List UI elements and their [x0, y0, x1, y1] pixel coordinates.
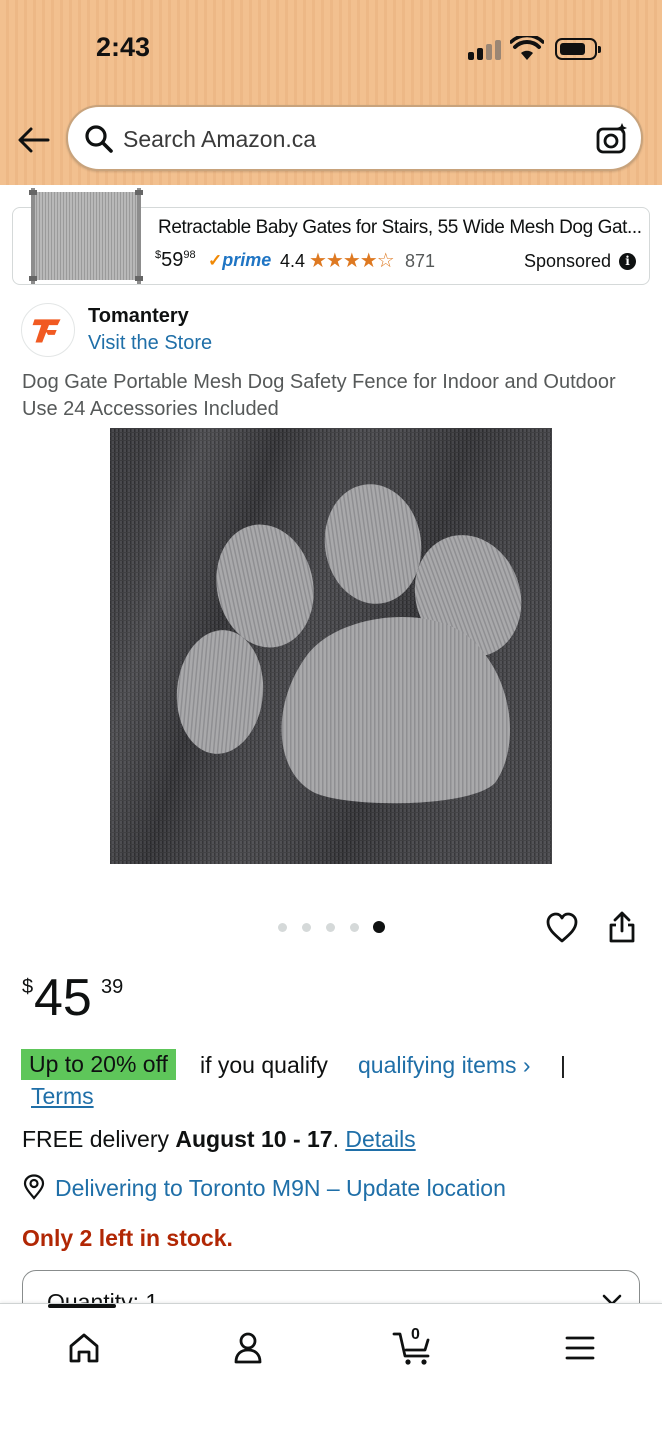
stock-status: Only 2 left in stock.: [22, 1225, 233, 1251]
discount-badge: Up to 20% off: [21, 1049, 176, 1080]
info-icon[interactable]: i: [619, 253, 636, 270]
status-time: 2:43: [96, 32, 151, 62]
search-icon[interactable]: [84, 124, 114, 154]
top-header: 2:43: [0, 0, 662, 185]
active-tab-indicator: [48, 1304, 116, 1308]
ad-review-count: 871: [405, 251, 436, 271]
share-icon[interactable]: [607, 910, 637, 944]
carousel-dot[interactable]: [326, 923, 335, 932]
location-pin-icon: [23, 1174, 45, 1200]
store-name: Tomantery: [88, 305, 189, 327]
bottom-navigation: 0: [0, 1303, 662, 1440]
sponsored-label: Sponsored: [524, 251, 612, 271]
search-input[interactable]: [123, 121, 583, 157]
sponsored-product-banner[interactable]: Retractable Baby Gates for Stairs, 55 Wi…: [12, 188, 650, 285]
search-bar[interactable]: [66, 105, 643, 171]
store-logo[interactable]: [21, 303, 75, 357]
cart-button[interactable]: 0: [392, 1326, 436, 1368]
carousel-dot[interactable]: [350, 923, 359, 932]
update-location-link[interactable]: Delivering to Toronto M9N – Update locat…: [55, 1175, 506, 1202]
star-rating-icon: ★★★★☆: [309, 250, 395, 272]
promo-separator: |: [560, 1052, 566, 1078]
carousel-dot-active[interactable]: [373, 921, 385, 933]
product-image[interactable]: [110, 428, 552, 864]
home-icon[interactable]: [64, 1328, 104, 1368]
price-whole: 45: [34, 969, 92, 1027]
visit-store-link[interactable]: Visit the Store: [88, 332, 212, 355]
product-title: Dog Gate Portable Mesh Dog Safety Fence …: [22, 371, 616, 420]
price-fraction: 39: [101, 976, 124, 998]
delivery-dates: August 10 - 17: [175, 1126, 333, 1152]
ad-title[interactable]: Retractable Baby Gates for Stairs, 55 Wi…: [158, 217, 643, 239]
heart-icon[interactable]: [545, 912, 579, 944]
battery-icon: [555, 38, 601, 60]
delivery-info: FREE delivery August 10 - 17. Details: [22, 1126, 416, 1152]
ad-product-thumbnail: [29, 188, 143, 284]
promo-text: if you qualify: [200, 1052, 328, 1078]
prime-badge: ✓prime: [208, 250, 272, 270]
cart-count: 0: [411, 1326, 420, 1343]
cellular-signal-icon: [468, 40, 504, 60]
ad-price: $5998: [155, 249, 196, 271]
profile-icon[interactable]: [228, 1328, 268, 1368]
delivery-details-link[interactable]: Details: [345, 1126, 415, 1152]
price-currency: $: [22, 976, 34, 998]
menu-icon[interactable]: [560, 1328, 600, 1368]
wifi-icon: [510, 36, 544, 60]
carousel-dot[interactable]: [278, 923, 287, 932]
back-arrow-icon[interactable]: [16, 122, 52, 158]
terms-link[interactable]: Terms: [31, 1083, 94, 1110]
qualifying-items-link[interactable]: qualifying items ›: [358, 1052, 531, 1079]
ad-rating-value: 4.4: [280, 251, 306, 271]
camera-icon[interactable]: [595, 122, 629, 156]
carousel-dot[interactable]: [302, 923, 311, 932]
